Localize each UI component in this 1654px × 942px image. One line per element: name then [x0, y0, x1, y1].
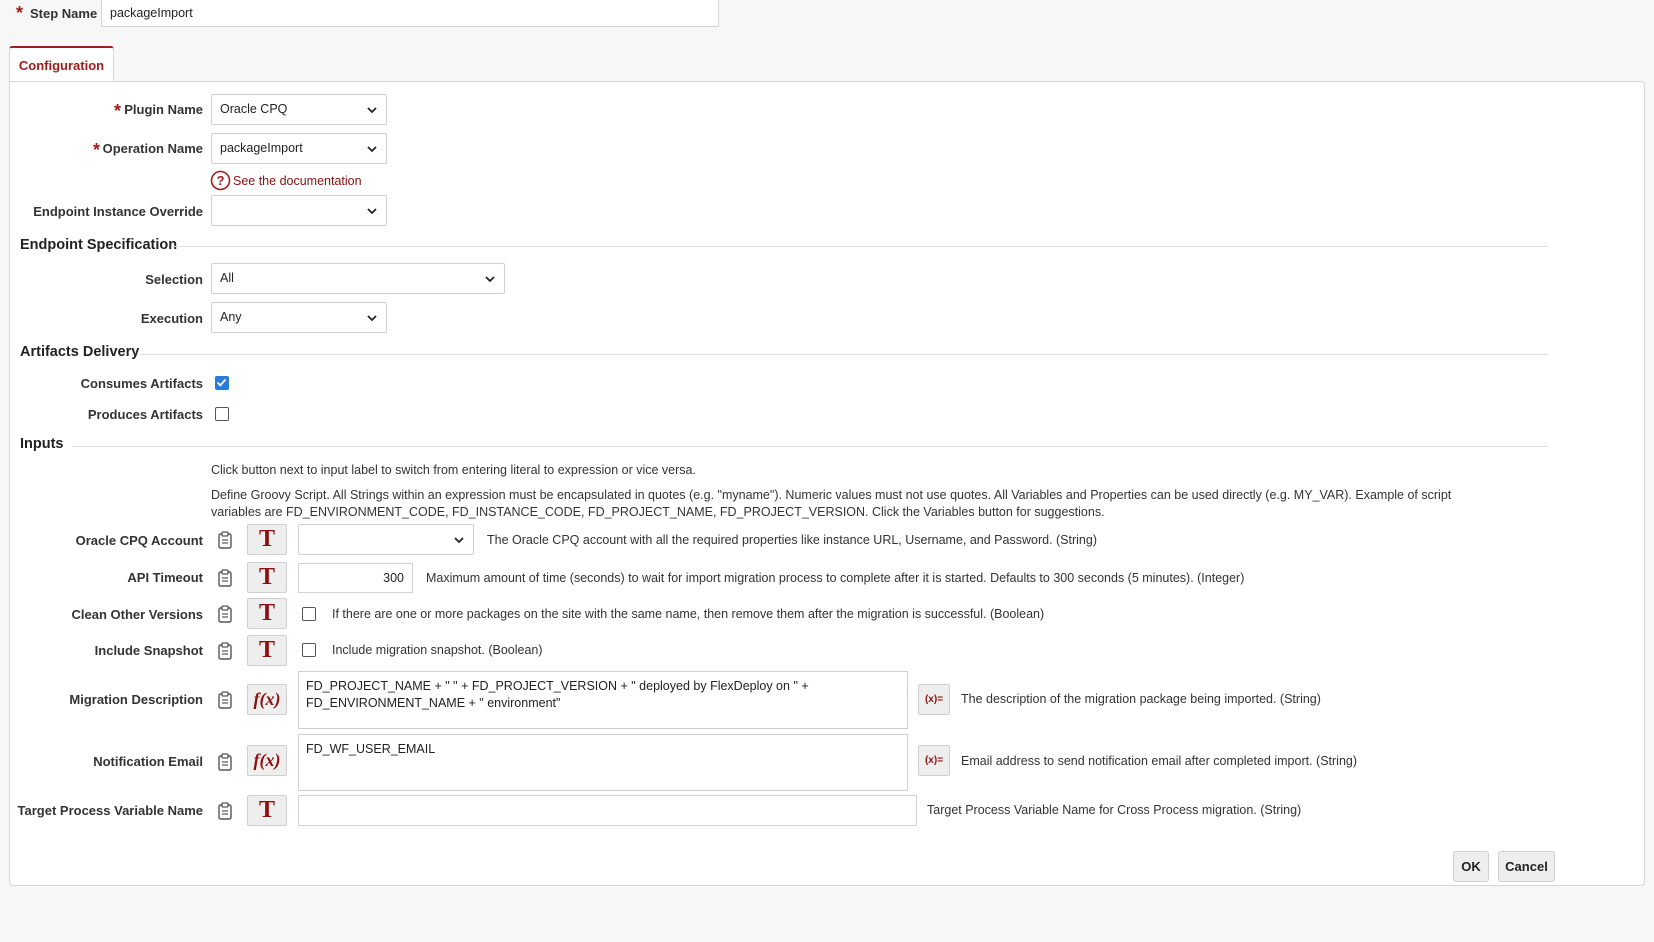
- literal-toggle-button[interactable]: T: [247, 598, 287, 629]
- variables-button[interactable]: (x)=: [918, 684, 950, 715]
- endpoint-spec-heading: Endpoint Specification: [20, 237, 178, 253]
- artifacts-heading: Artifacts Delivery: [20, 344, 140, 360]
- chevron-down-icon: [485, 276, 495, 283]
- migration-description-help: The description of the migration package…: [961, 692, 1321, 706]
- required-marker: *: [114, 101, 122, 121]
- selection-select[interactable]: All: [211, 263, 505, 294]
- literal-toggle-button[interactable]: T: [247, 635, 287, 666]
- chevron-down-icon: [367, 107, 377, 114]
- groovy-help-text: Define Groovy Script. All Strings within…: [211, 488, 1452, 519]
- selection-label: Selection: [145, 272, 203, 287]
- clipboard-icon[interactable]: [217, 569, 233, 587]
- execution-label: Execution: [140, 311, 203, 326]
- operation-name-select[interactable]: packageImport: [211, 133, 387, 164]
- documentation-link[interactable]: See the documentation: [233, 174, 362, 188]
- account-select[interactable]: [298, 524, 474, 555]
- selection-value: All: [220, 271, 234, 285]
- endpoint-override-label: Endpoint Instance Override: [33, 204, 203, 219]
- plugin-name-label: Plugin Name: [124, 102, 203, 117]
- required-marker: *: [16, 3, 24, 23]
- step-name-input[interactable]: packageImport: [101, 0, 719, 27]
- target-variable-description: Target Process Variable Name for Cross P…: [927, 803, 1302, 817]
- divider: [172, 246, 1548, 247]
- clipboard-icon[interactable]: [217, 531, 233, 549]
- produces-artifacts-label: Produces Artifacts: [87, 407, 203, 422]
- account-description: The Oracle CPQ account with all the requ…: [487, 533, 1097, 547]
- clipboard-icon[interactable]: [217, 605, 233, 623]
- chevron-down-icon: [367, 146, 377, 153]
- notification-email-help: Email address to send notification email…: [961, 754, 1358, 768]
- svg-text:?: ?: [217, 173, 225, 188]
- inputs-heading: Inputs: [20, 436, 64, 452]
- consumes-artifacts-label: Consumes Artifacts: [80, 376, 203, 391]
- check-icon: [216, 378, 227, 387]
- clean-versions-checkbox[interactable]: [302, 607, 316, 621]
- expression-toggle-button[interactable]: f(x): [247, 745, 287, 776]
- operation-name-value: packageImport: [220, 141, 303, 155]
- expression-toggle-button[interactable]: f(x): [247, 684, 287, 715]
- execution-select[interactable]: Any: [211, 302, 387, 333]
- chevron-down-icon: [367, 208, 377, 215]
- consumes-artifacts-checkbox[interactable]: [215, 376, 229, 390]
- operation-name-label: Operation Name: [102, 141, 203, 156]
- clipboard-icon[interactable]: [217, 753, 233, 771]
- produces-artifacts-checkbox[interactable]: [215, 407, 229, 421]
- timeout-input[interactable]: 300: [298, 563, 413, 593]
- plugin-name-select[interactable]: Oracle CPQ: [211, 94, 387, 125]
- ok-button[interactable]: OK: [1453, 851, 1489, 882]
- plugin-name-value: Oracle CPQ: [220, 102, 288, 116]
- account-label: Oracle CPQ Account: [75, 533, 203, 548]
- clean-versions-label: Clean Other Versions: [71, 607, 204, 622]
- endpoint-override-select[interactable]: [211, 195, 387, 226]
- include-snapshot-checkbox[interactable]: [302, 643, 316, 657]
- include-snapshot-label: Include Snapshot: [94, 643, 203, 658]
- clipboard-icon[interactable]: [217, 642, 233, 660]
- migration-description-textarea[interactable]: FD_PROJECT_NAME + " " + FD_PROJECT_VERSI…: [298, 671, 908, 729]
- cancel-button[interactable]: Cancel: [1498, 851, 1555, 882]
- target-variable-input[interactable]: [298, 795, 917, 826]
- variables-button[interactable]: (x)=: [918, 745, 950, 776]
- clipboard-icon[interactable]: [217, 802, 233, 820]
- execution-value: Any: [220, 310, 242, 324]
- literal-toggle-button[interactable]: T: [247, 562, 287, 593]
- notification-email-label: Notification Email: [93, 754, 203, 769]
- step-name-label: Step Name: [30, 6, 98, 21]
- notification-email-textarea[interactable]: FD_WF_USER_EMAIL: [298, 734, 908, 791]
- inputs-help-text: Click button next to input label to swit…: [211, 463, 696, 477]
- target-variable-label: Target Process Variable Name: [17, 803, 203, 818]
- timeout-label: API Timeout: [127, 570, 203, 585]
- divider: [140, 354, 1548, 355]
- migration-description-label: Migration Description: [69, 692, 203, 707]
- include-snapshot-description: Include migration snapshot. (Boolean): [332, 643, 543, 657]
- required-marker: *: [93, 140, 101, 160]
- chevron-down-icon: [454, 537, 464, 544]
- clipboard-icon[interactable]: [217, 691, 233, 709]
- divider: [72, 446, 1548, 447]
- tab-configuration[interactable]: Configuration: [9, 46, 114, 82]
- chevron-down-icon: [367, 315, 377, 322]
- timeout-description: Maximum amount of time (seconds) to wait…: [426, 571, 1245, 585]
- literal-toggle-button[interactable]: T: [247, 524, 287, 555]
- literal-toggle-button[interactable]: T: [247, 795, 287, 826]
- clean-versions-description: If there are one or more packages on the…: [332, 607, 1045, 621]
- help-circle-icon[interactable]: ?: [210, 170, 231, 191]
